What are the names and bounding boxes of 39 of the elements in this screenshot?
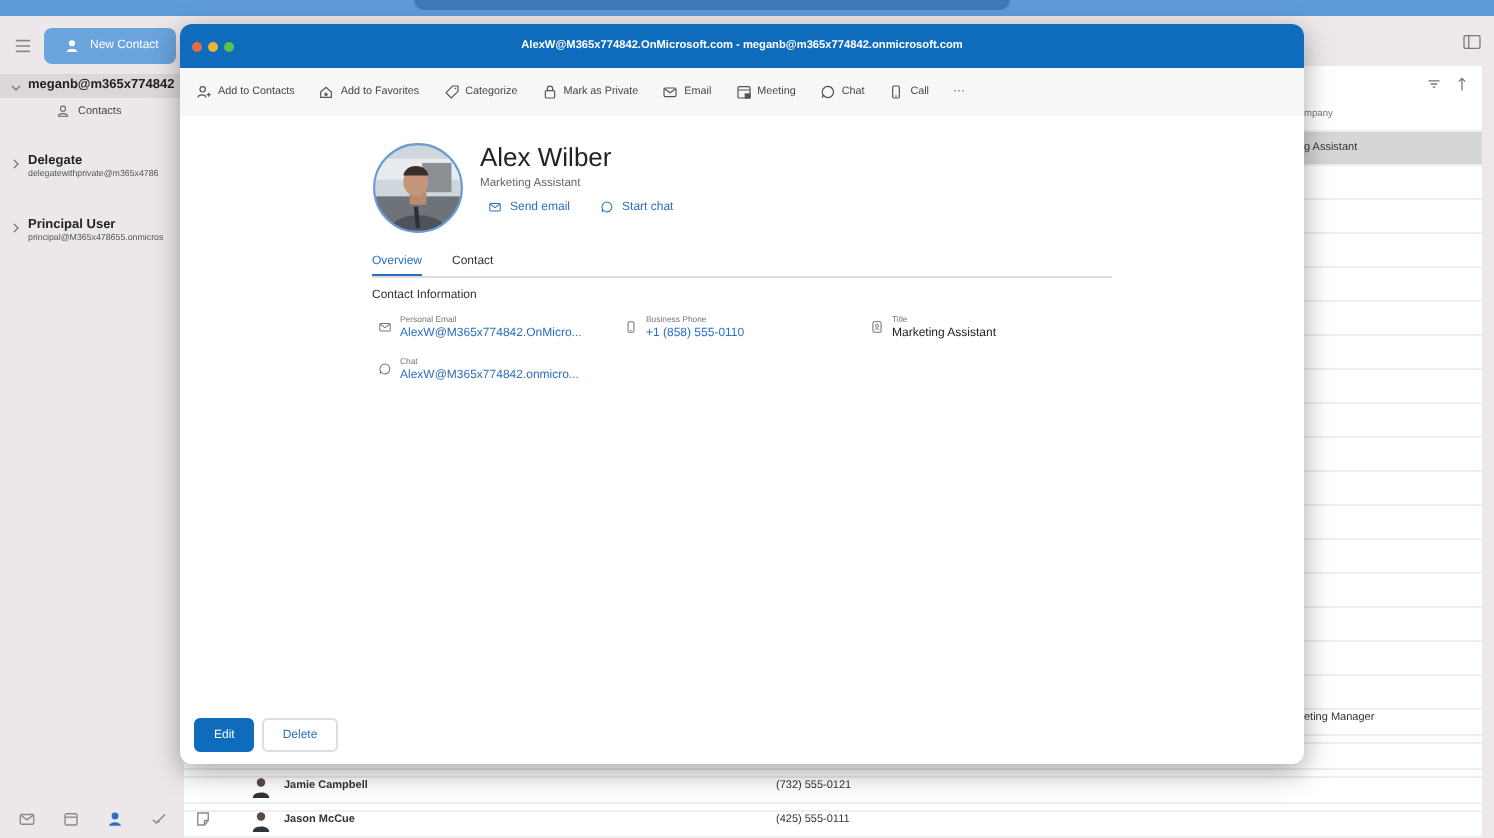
phone-icon — [624, 320, 638, 334]
minimize-button[interactable] — [208, 41, 218, 51]
person-icon — [105, 810, 123, 828]
avatar — [250, 809, 272, 831]
nav-tab[interactable] — [103, 808, 125, 830]
person-icon — [64, 37, 80, 53]
calendar-icon — [735, 84, 752, 100]
mail-icon — [662, 84, 679, 100]
nav-tab[interactable] — [59, 808, 81, 830]
chat-icon — [600, 200, 615, 214]
note-icon — [193, 810, 211, 828]
close-button[interactable] — [192, 41, 202, 51]
tag-icon — [443, 84, 460, 100]
chat-icon — [819, 84, 836, 100]
contact-name: Alex Wilber — [480, 142, 614, 174]
chevron-icon — [10, 82, 22, 94]
phone-icon — [888, 84, 905, 100]
mail-icon — [488, 200, 502, 214]
badge-icon — [870, 320, 884, 334]
filter-icon[interactable] — [1426, 75, 1442, 91]
person-add-icon — [196, 84, 212, 100]
check-icon — [149, 810, 167, 828]
mail-icon — [378, 320, 392, 334]
calendar-icon — [61, 810, 79, 828]
person-icon — [56, 104, 70, 118]
nav-tab[interactable] — [191, 808, 213, 830]
chevron-icon — [10, 222, 22, 234]
chevron-icon — [10, 158, 22, 170]
nav-tab[interactable] — [147, 808, 169, 830]
zoom-button[interactable] — [224, 41, 234, 51]
avatar — [250, 775, 272, 797]
menu-icon[interactable] — [14, 37, 32, 53]
nav-tab[interactable] — [15, 808, 37, 830]
sort-icon[interactable] — [1454, 75, 1470, 91]
chat-icon — [378, 362, 392, 376]
lock-icon — [541, 84, 558, 100]
house-star-icon — [318, 84, 335, 100]
panel-icon[interactable] — [1462, 33, 1482, 49]
mail-icon — [17, 810, 35, 828]
